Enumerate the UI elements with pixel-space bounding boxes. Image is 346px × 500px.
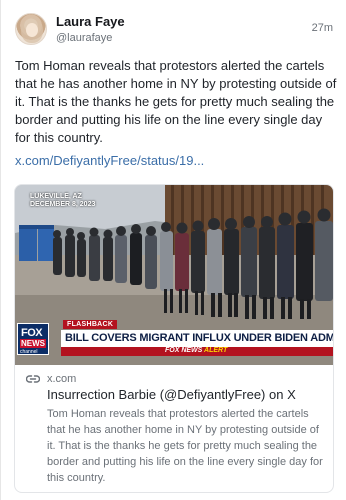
flashback-tag: FLASHBACK — [63, 320, 118, 329]
logo-channel-text: channel — [20, 349, 38, 355]
chain-link-icon — [26, 375, 40, 383]
author-handle[interactable]: @laurafaye — [56, 32, 112, 44]
post-timestamp[interactable]: 27m — [312, 22, 333, 34]
alert-label: ALERT — [204, 347, 228, 354]
logo-top-text: FOX — [21, 327, 43, 339]
card-description: Tom Homan reveals that protestors alerte… — [47, 408, 323, 484]
card-image[interactable]: LUKEVILLE, AZ DECEMBER 8, 2023 FOX NEWS … — [15, 185, 333, 365]
fox-news-logo: FOX NEWS channel — [17, 323, 49, 355]
image-dateline: LUKEVILLE, AZ DECEMBER 8, 2023 — [30, 193, 95, 209]
card-source-domain: x.com — [47, 373, 77, 385]
news-lower-third: FOX NEWS channel FLASHBACK BILL COVERS M… — [15, 320, 333, 365]
card-title[interactable]: Insurrection Barbie (@DefiyantlyFree) on… — [47, 387, 296, 402]
logo-bottom-text: NEWS — [20, 339, 46, 348]
post-link[interactable]: x.com/DefiyantlyFree/status/19... — [15, 153, 204, 168]
headline-bar: BILL COVERS MIGRANT INFLUX UNDER BIDEN A… — [61, 330, 333, 347]
link-preview-card[interactable]: LUKEVILLE, AZ DECEMBER 8, 2023 FOX NEWS … — [14, 184, 334, 493]
image-headline: BILL COVERS MIGRANT INFLUX UNDER BIDEN A… — [65, 332, 333, 344]
author-avatar[interactable] — [15, 13, 47, 45]
image-dateline-date: DECEMBER 8, 2023 — [30, 201, 96, 208]
post-body-text: Tom Homan reveals that protestors alerte… — [15, 58, 337, 145]
network-label: FOX NEWS — [165, 347, 203, 354]
alert-text: FOX NEWS ALERT — [165, 347, 227, 354]
post: Laura Faye @laurafaye 27m Tom Homan reve… — [0, 0, 346, 500]
alert-bar: FOX NEWS ALERT — [61, 347, 333, 356]
image-dateline-place: LUKEVILLE, AZ — [30, 193, 82, 200]
avatar-face — [26, 23, 38, 37]
author-display-name[interactable]: Laura Faye — [56, 14, 125, 29]
card-meta[interactable]: x.com Insurrection Barbie (@DefiyantlyFr… — [15, 365, 333, 492]
